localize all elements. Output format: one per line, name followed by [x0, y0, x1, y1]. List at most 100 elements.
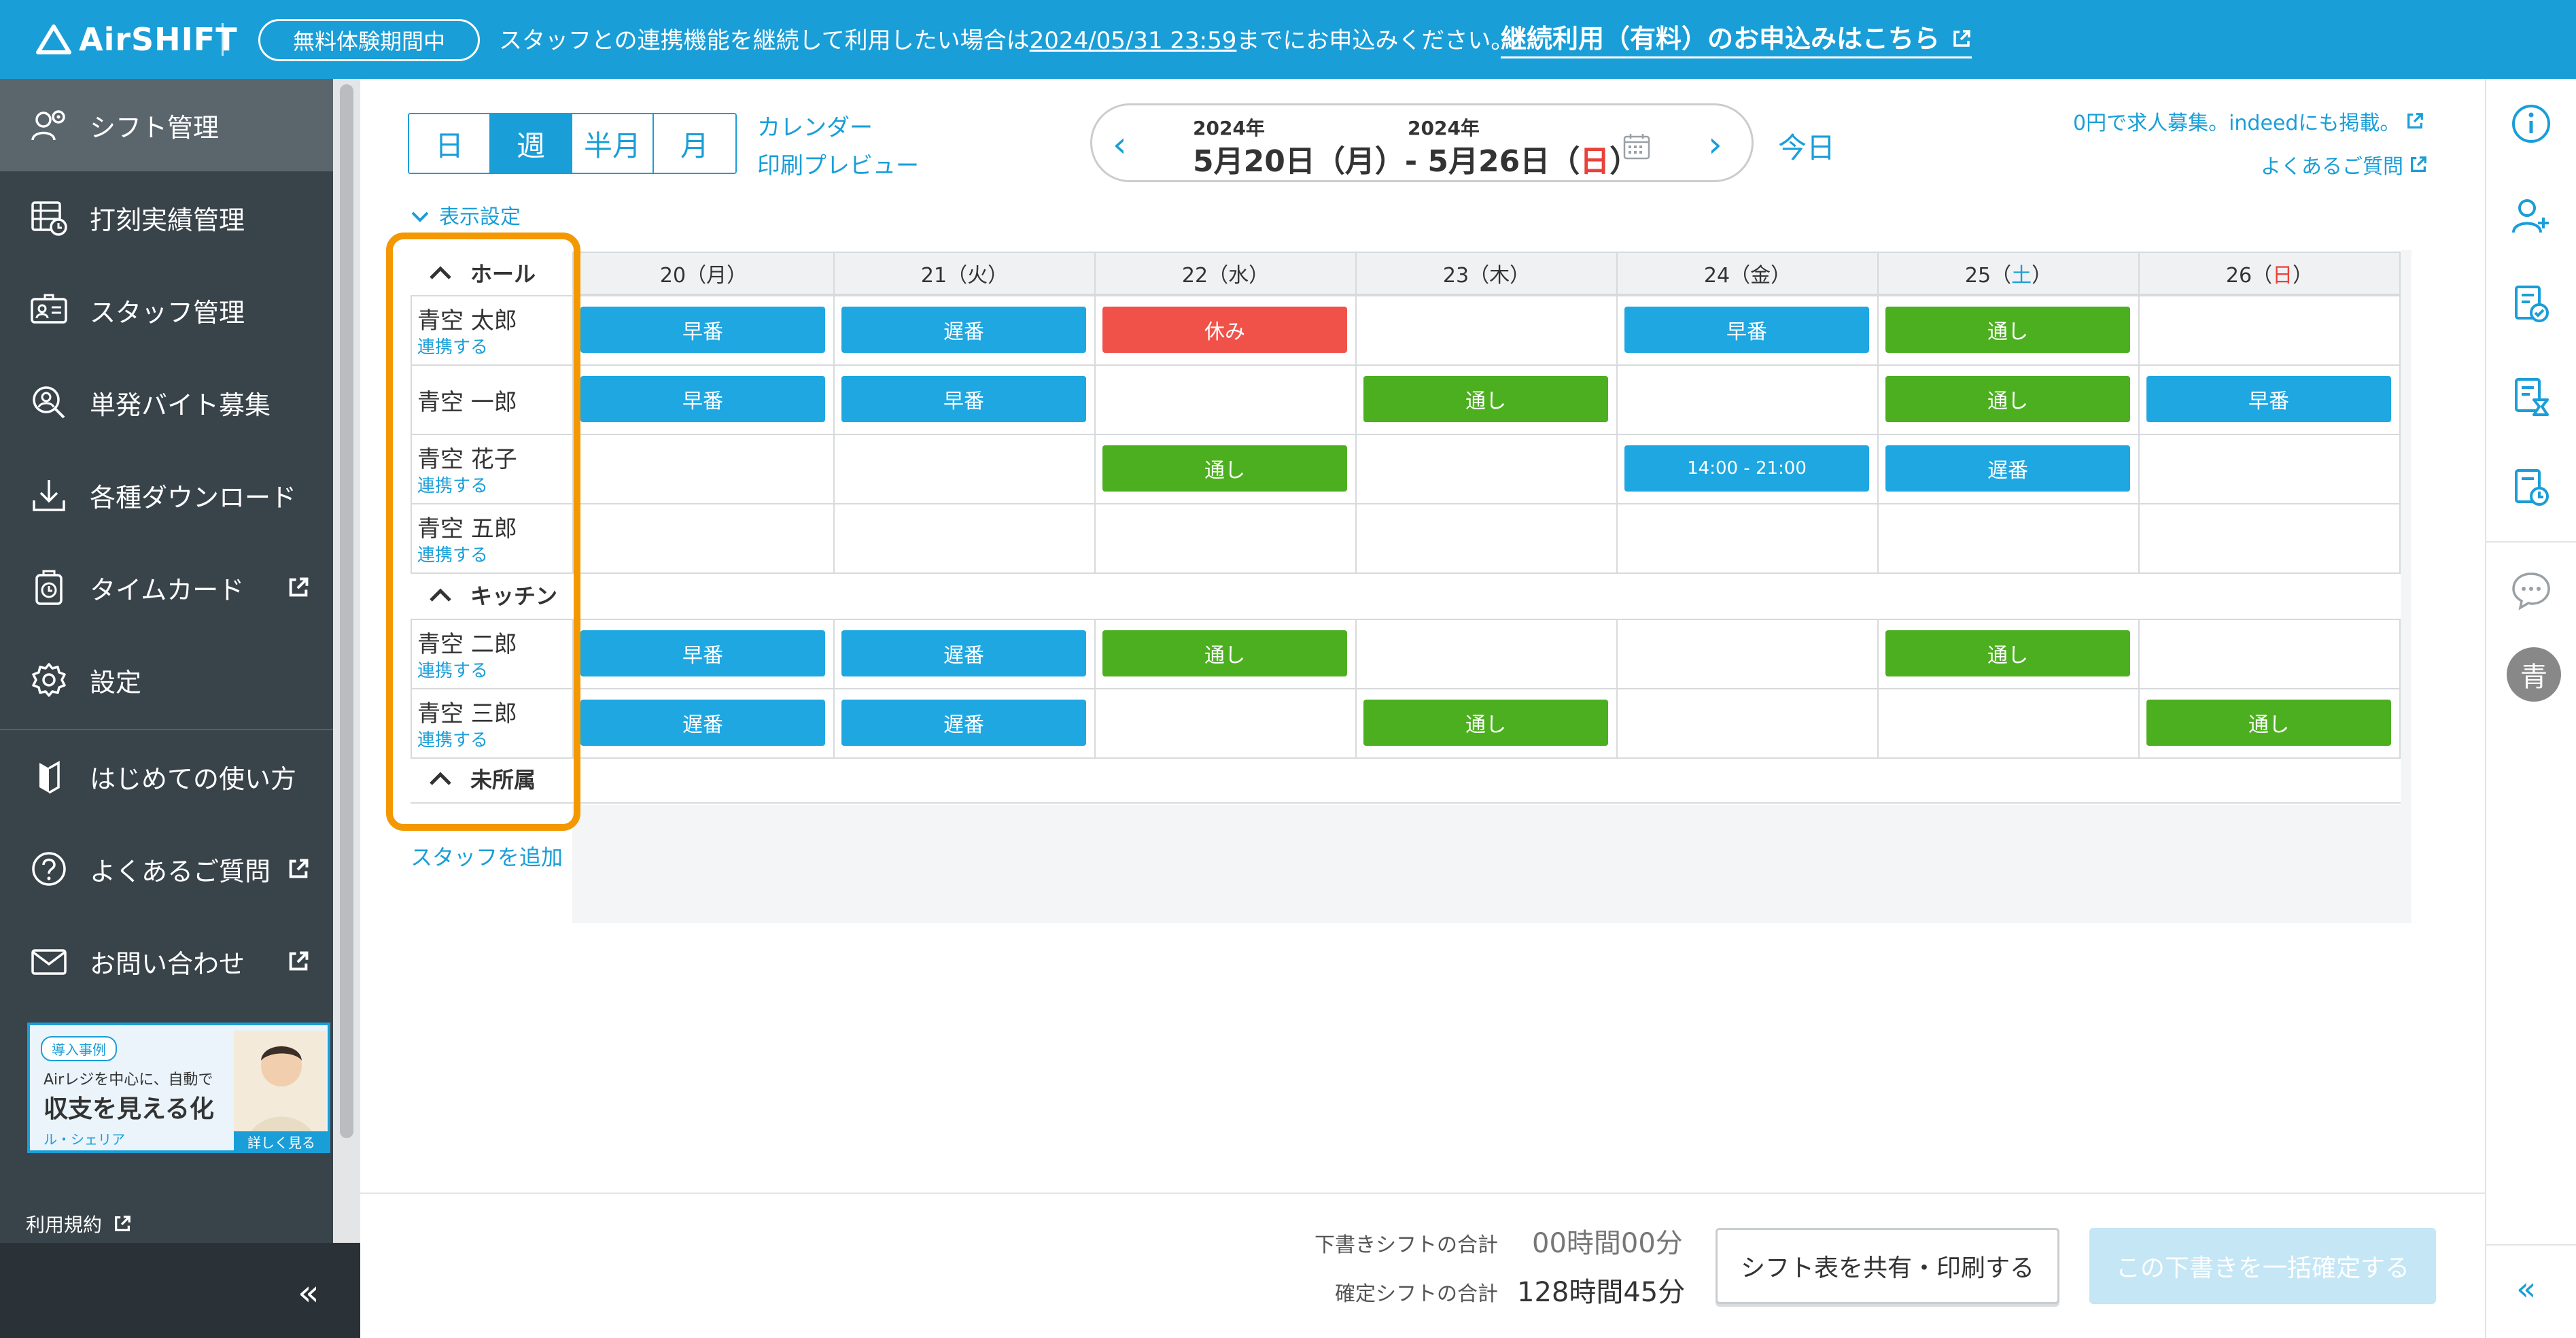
day-header: 22（水）	[1096, 253, 1357, 294]
collapse-rail-icon[interactable]: «	[2516, 1270, 2536, 1308]
shift-chip[interactable]: 通し	[1363, 376, 1608, 422]
sidebar-item-faq[interactable]: よくあるご質問	[0, 823, 333, 915]
today-button[interactable]: 今日	[1778, 125, 1835, 167]
share-print-button[interactable]: シフト表を共有・印刷する	[1716, 1228, 2059, 1304]
sidebar-scrollbar-thumb[interactable]	[340, 84, 353, 1138]
day-number: 26（	[2225, 264, 2273, 288]
sidebar-collapse-bar[interactable]: «	[0, 1243, 360, 1338]
day-header: 20（月）	[574, 253, 835, 294]
row-divider	[411, 802, 2401, 804]
shift-chip[interactable]: 通し	[1885, 376, 2130, 422]
logo-separator	[222, 23, 224, 56]
shift-chip[interactable]: 通し	[1885, 307, 2130, 353]
mail-icon	[30, 942, 68, 980]
shift-chip[interactable]: 早番	[580, 307, 825, 353]
column-divider	[1355, 619, 1357, 757]
chat-icon[interactable]	[2509, 568, 2553, 612]
job-posting-label: 0円で求人募集。indeedにも掲載。	[2073, 112, 2401, 135]
day-of-week: 日	[2272, 264, 2293, 288]
prev-week-button[interactable]: ‹	[1113, 124, 1127, 165]
view-half-month-button[interactable]: 半月	[572, 114, 654, 173]
date-range-label[interactable]: 5月20日（月）- 5月26日（日）	[1193, 137, 1639, 180]
shift-approval-icon[interactable]	[2509, 466, 2553, 510]
sidebar-item-label: お問い合わせ	[90, 948, 245, 979]
day-number: 22（	[1181, 264, 1229, 288]
sidebar-item-downloads[interactable]: 各種ダウンロード	[0, 449, 333, 541]
sidebar-item-contact[interactable]: お問い合わせ	[0, 915, 333, 1008]
date-range-sunday: 日	[1580, 144, 1610, 179]
column-divider	[1355, 295, 1357, 572]
terms-of-use-link[interactable]: 利用規約	[26, 1210, 132, 1237]
external-link-icon	[115, 1216, 130, 1231]
shift-chip[interactable]: 遅番	[841, 307, 1086, 353]
job-posting-link[interactable]: 0円で求人募集。indeedにも掲載。	[2073, 106, 2424, 136]
sidebar-item-label: 打刻実績管理	[90, 205, 245, 235]
shift-chip[interactable]: 通し	[1885, 630, 2130, 676]
sidebar-item-staff-management[interactable]: スタッフ管理	[0, 264, 333, 356]
day-number: 20（	[659, 264, 707, 288]
airshift-logo[interactable]: AirSHIFT	[35, 20, 238, 58]
draft-total-label: 下書きシフトの合計	[1315, 1233, 1498, 1257]
case-study-promo-banner[interactable]: 導入事例 Airレジを中心に、自動で 収支を見える化 ル・シェリア 詳しく見る	[27, 1023, 330, 1153]
collapse-sidebar-icon[interactable]: «	[298, 1273, 319, 1314]
add-user-icon[interactable]	[2509, 194, 2553, 238]
shift-chip[interactable]: 遅番	[580, 700, 825, 746]
promo-more-button[interactable]: 詳しく見る	[234, 1131, 329, 1152]
day-header: 23（木）	[1357, 253, 1618, 294]
column-divider	[1877, 295, 1879, 572]
shift-chip[interactable]: 通し	[2146, 700, 2391, 746]
calendar-link[interactable]: カレンダー	[757, 109, 873, 142]
shift-chip[interactable]: 早番	[841, 376, 1086, 422]
next-week-button[interactable]: ›	[1708, 124, 1722, 165]
column-divider	[1616, 295, 1618, 572]
day-of-week: 木	[1489, 264, 1510, 288]
shift-chip[interactable]: 通し	[1102, 630, 1347, 676]
day-header-row: 20（月） 21（火） 22（水） 23（木） 24（金） 25（土） 26（日）	[572, 252, 2401, 295]
shift-chip[interactable]: 遅番	[841, 630, 1086, 676]
display-settings-toggle[interactable]: 表示設定	[411, 200, 521, 230]
shift-chip[interactable]: 遅番	[1885, 445, 2130, 492]
date-range-main: 5月20日（月）- 5月26日（	[1193, 144, 1580, 179]
shift-chip[interactable]: 早番	[1624, 307, 1869, 353]
row-divider	[411, 619, 2401, 620]
sidebar-scrollbar[interactable]	[333, 79, 360, 1243]
draft-total-value: 00時間00分	[1532, 1228, 1683, 1259]
shift-chip[interactable]: 通し	[1363, 700, 1608, 746]
sidebar-item-shift-management[interactable]: シフト管理	[0, 79, 333, 171]
shift-chip[interactable]: 遅番	[841, 700, 1086, 746]
shift-chip[interactable]: 早番	[2146, 376, 2391, 422]
sidebar-item-one-time-job[interactable]: 単発バイト募集	[0, 356, 333, 449]
sidebar-item-attendance[interactable]: 打刻実績管理	[0, 171, 333, 264]
airshift-logo-icon	[36, 24, 71, 54]
continue-subscription-link[interactable]: 継続利用（有料）のお申込みはこちら	[1501, 18, 1972, 58]
sidebar-item-settings[interactable]: 設定	[0, 634, 333, 726]
shift-request-icon[interactable]	[2509, 283, 2553, 326]
confirmed-total-value: 128時間45分	[1517, 1277, 1686, 1308]
day-header: 21（火）	[835, 253, 1096, 294]
sidebar-item-getting-started[interactable]: はじめての使い方	[0, 730, 333, 823]
shift-chip[interactable]: 14:00 - 21:00	[1624, 445, 1869, 492]
view-week-button[interactable]: 週	[491, 114, 572, 173]
info-icon[interactable]	[2509, 102, 2553, 145]
sidebar-item-timecard[interactable]: タイムカード	[0, 541, 333, 634]
shift-chip[interactable]: 早番	[580, 630, 825, 676]
external-link-icon	[1953, 30, 1970, 47]
shift-chip[interactable]: 通し	[1102, 445, 1347, 492]
calendar-picker-icon[interactable]	[1622, 133, 1651, 161]
bulk-confirm-button[interactable]: この下書きを一括確定する	[2089, 1228, 2436, 1304]
user-avatar[interactable]: 青	[2507, 647, 2561, 702]
add-staff-link[interactable]: スタッフを追加	[411, 840, 563, 872]
promo-title: 収支を見える化	[43, 1095, 214, 1123]
faq-link[interactable]: よくあるご質問	[2261, 150, 2428, 179]
view-day-button[interactable]: 日	[409, 114, 491, 173]
shift-deadline-icon[interactable]	[2509, 375, 2553, 419]
shift-chip[interactable]: 早番	[580, 376, 825, 422]
sidebar-item-label: シフト管理	[90, 112, 220, 143]
external-link-icon	[289, 951, 309, 971]
view-month-button[interactable]: 月	[654, 114, 735, 173]
column-divider	[2399, 295, 2401, 572]
shift-chip[interactable]: 休み	[1102, 307, 1347, 353]
banner-deadline: 2024/05/31 23:59	[1029, 27, 1237, 54]
print-preview-link[interactable]: 印刷プレビュー	[757, 147, 919, 180]
day-close: ）	[1510, 264, 1531, 288]
